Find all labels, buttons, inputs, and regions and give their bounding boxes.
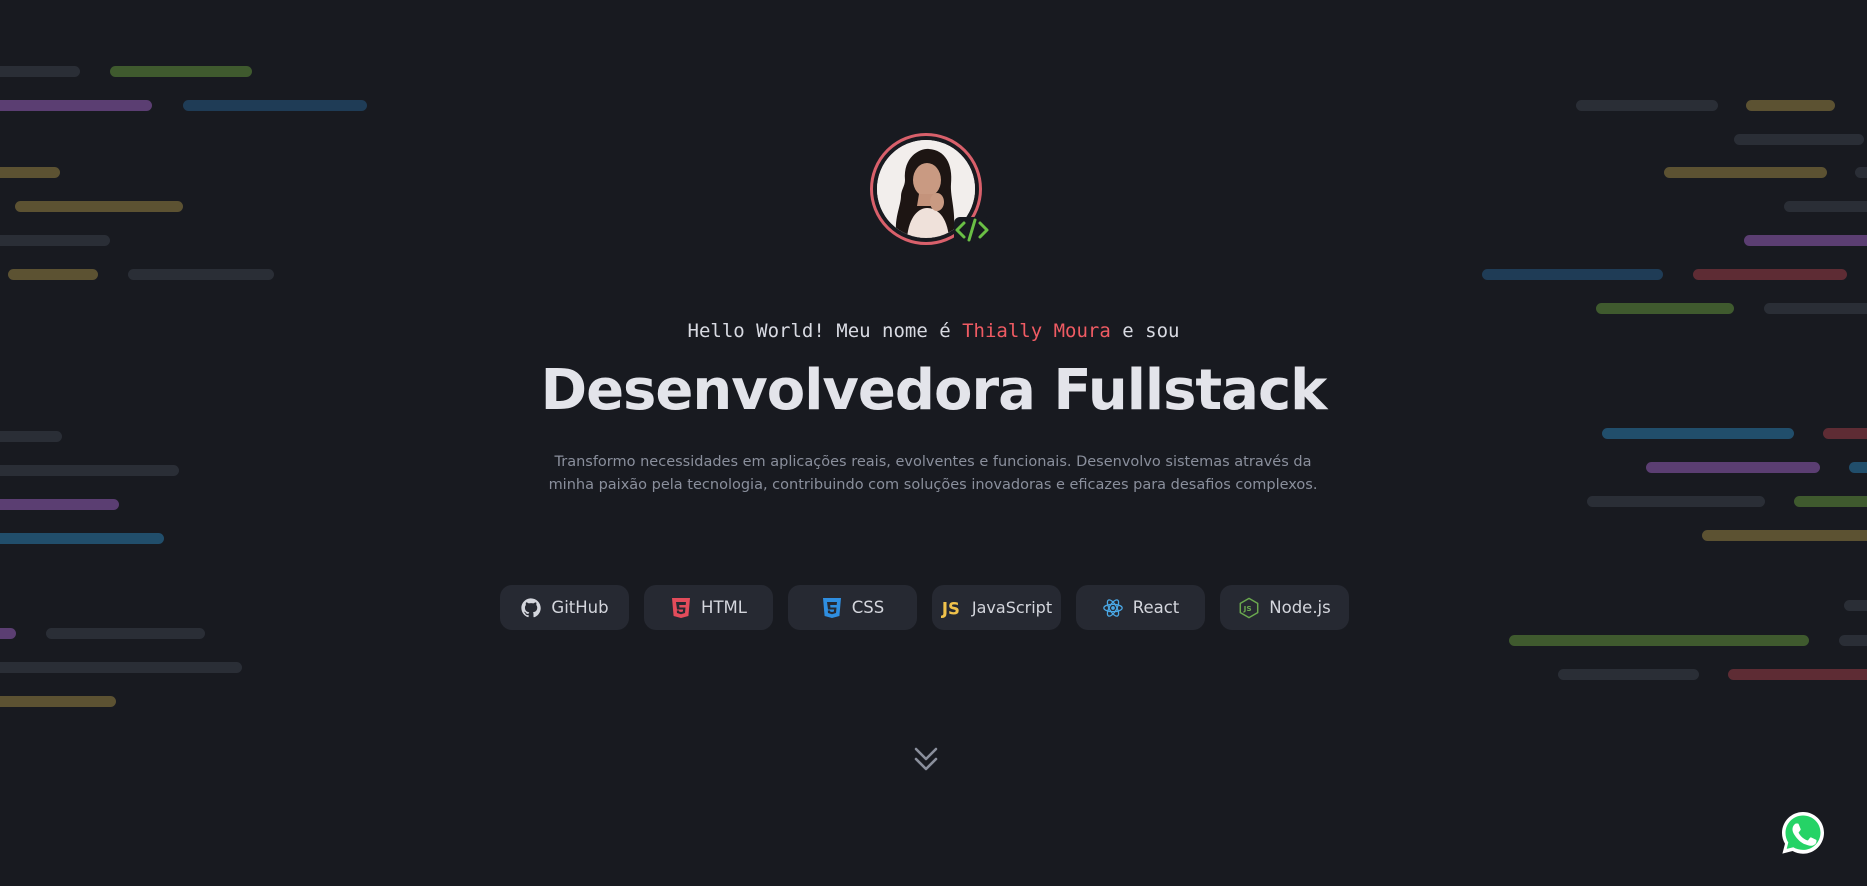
page-title: Desenvolvedora Fullstack [540, 358, 1328, 423]
whatsapp-button[interactable] [1779, 809, 1827, 857]
tech-button-css[interactable]: CSS [788, 585, 917, 630]
tech-label: Node.js [1269, 598, 1331, 617]
tech-label: JavaScript [971, 598, 1053, 617]
chevrons-down-icon[interactable] [911, 745, 941, 775]
hero-description: Transformo necessidades em aplicações re… [548, 454, 1318, 493]
tech-stack-list: GitHub HTML CSS JS JavaScript React JS N… [500, 585, 1349, 630]
svg-text:JS: JS [1243, 604, 1252, 613]
nodejs-icon: JS [1238, 597, 1260, 619]
svg-text:JS: JS [941, 599, 960, 618]
github-icon [520, 597, 542, 619]
react-icon [1102, 597, 1124, 619]
code-icon [952, 215, 992, 245]
tech-label: CSS [851, 598, 885, 617]
tech-button-javascript[interactable]: JS JavaScript [932, 585, 1061, 630]
tech-button-nodejs[interactable]: JS Node.js [1220, 585, 1349, 630]
developer-name: Thially Moura [962, 320, 1111, 342]
tech-label: HTML [701, 598, 747, 617]
greeting-prefix: Hello World! Meu nome é [687, 320, 963, 342]
tech-button-react[interactable]: React [1076, 585, 1205, 630]
html5-icon [670, 597, 692, 619]
tech-label: GitHub [551, 598, 609, 617]
whatsapp-icon [1782, 812, 1824, 854]
greeting-line: Hello World! Meu nome é Thially Moura e … [0, 320, 1867, 342]
js-icon: JS [941, 597, 963, 619]
hero-page: Hello World! Meu nome é Thially Moura e … [0, 0, 1867, 886]
profile-avatar [870, 133, 990, 245]
greeting-suffix: e sou [1110, 320, 1180, 342]
css3-icon [821, 597, 843, 619]
tech-button-html[interactable]: HTML [644, 585, 773, 630]
tech-button-github[interactable]: GitHub [500, 585, 629, 630]
tech-label: React [1132, 598, 1180, 617]
